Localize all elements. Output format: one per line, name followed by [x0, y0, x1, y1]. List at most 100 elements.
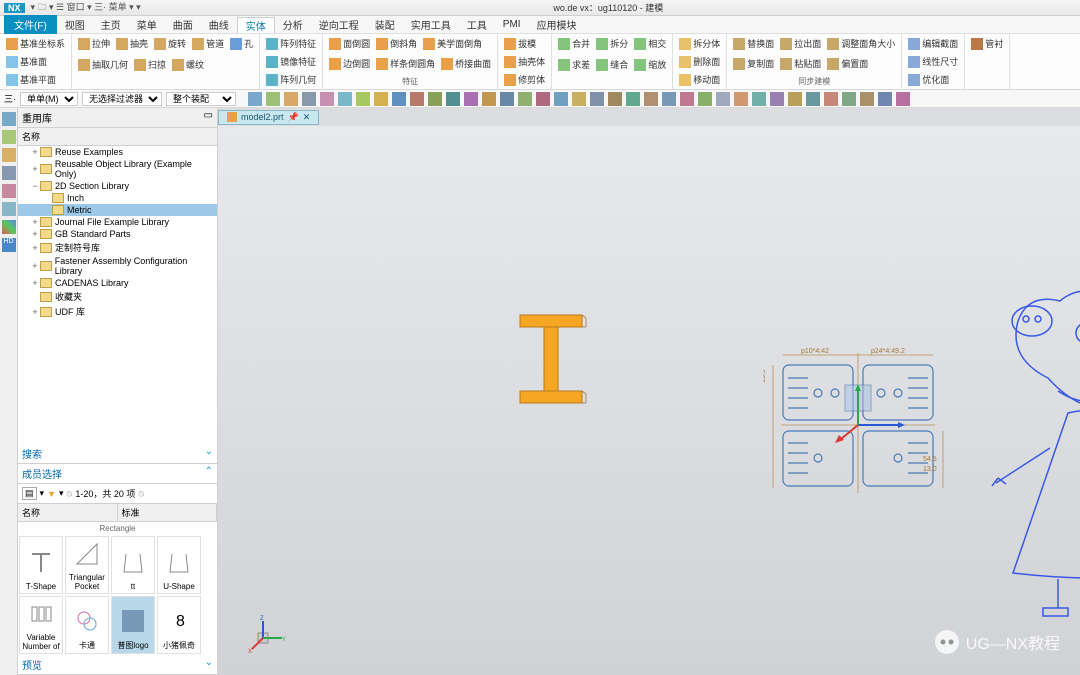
qb-icon[interactable]	[842, 92, 856, 106]
btn-mirror[interactable]: 镜像特征	[264, 54, 318, 69]
qb-icon[interactable]	[716, 92, 730, 106]
btn-delete-face[interactable]: 删除面	[677, 54, 722, 69]
shape-cell[interactable]: U-Shape	[157, 536, 201, 594]
qb-icon[interactable]	[320, 92, 334, 106]
close-tab-icon[interactable]: ✕	[303, 112, 311, 123]
tree-item[interactable]: Metric	[18, 204, 217, 216]
prev-page-icon[interactable]: ⦸	[67, 488, 73, 499]
qb-icon[interactable]	[806, 92, 820, 106]
btn-linear-dim[interactable]: 线性尺寸	[906, 54, 960, 69]
btn-trim-body[interactable]: 修剪体	[502, 72, 547, 87]
tree-item[interactable]: +CADENAS Library	[18, 277, 217, 289]
document-tab[interactable]: model2.prt 📌 ✕	[218, 110, 319, 125]
shape-cell[interactable]: 8小猪佩奇	[157, 596, 201, 654]
btn-draft[interactable]: 拔模	[502, 36, 547, 51]
library-tree[interactable]: +Reuse Examples+Reusable Object Library …	[18, 146, 217, 319]
qb-icon[interactable]	[248, 92, 262, 106]
qb-icon[interactable]	[788, 92, 802, 106]
btn-styled-blend[interactable]: 样条倒圆角	[374, 56, 437, 71]
menu-tools[interactable]: 工具	[459, 17, 495, 32]
qb-icon[interactable]	[410, 92, 424, 106]
qb-icon[interactable]	[626, 92, 640, 106]
qb-icon[interactable]	[824, 92, 838, 106]
btn-paste-face[interactable]: 粘贴面	[778, 56, 823, 71]
btn-intersect[interactable]: 相交	[632, 36, 668, 51]
btn-datum-plane2[interactable]: 基准平面	[4, 72, 67, 87]
shape-cell[interactable]: 卡通	[65, 596, 109, 654]
qb-icon[interactable]	[428, 92, 442, 106]
btn-thread[interactable]: 螺纹	[170, 57, 206, 72]
shape-cell[interactable]: Triangular Pocket	[65, 536, 109, 594]
qb-icon[interactable]	[662, 92, 676, 106]
btn-pattern-geom[interactable]: 阵列几何	[264, 72, 318, 87]
menu-solid[interactable]: 实体	[237, 17, 275, 33]
tree-item[interactable]: +Reuse Examples	[18, 146, 217, 158]
btn-extract[interactable]: 抽取几何	[76, 57, 130, 72]
qb-icon[interactable]	[284, 92, 298, 106]
btn-tube[interactable]: 管道	[190, 36, 226, 51]
menu-reverse[interactable]: 逆向工程	[311, 17, 367, 32]
qb-icon[interactable]	[860, 92, 874, 106]
btn-lining[interactable]: 管衬	[969, 36, 1005, 51]
sel-filter[interactable]: 无选择过滤器	[82, 92, 162, 106]
btn-datum-plane[interactable]: 基准面	[4, 54, 67, 69]
btn-datum-csys[interactable]: 基准坐标系	[4, 36, 67, 51]
view-mode-icon[interactable]: ▤	[22, 487, 37, 500]
qb-icon[interactable]	[518, 92, 532, 106]
btn-hole[interactable]: 孔	[228, 36, 255, 51]
qb-icon[interactable]	[878, 92, 892, 106]
menu-surface[interactable]: 曲面	[165, 17, 201, 32]
btn-unite[interactable]: 合并	[556, 36, 592, 51]
tree-item[interactable]: +Journal File Example Library	[18, 216, 217, 228]
btn-optimize[interactable]: 优化面	[906, 72, 960, 87]
menu-home[interactable]: 主页	[93, 17, 129, 32]
tree-item[interactable]: +UDF 库	[18, 304, 217, 319]
qb-icon[interactable]	[752, 92, 766, 106]
lb-palette-icon[interactable]	[2, 220, 16, 234]
btn-split[interactable]: 拆分	[594, 36, 630, 51]
filter-icon[interactable]: ▼	[47, 489, 56, 499]
pin-icon[interactable]: 📌	[288, 112, 299, 123]
btn-face-blend[interactable]: 面倒圆	[327, 36, 372, 51]
tree-item[interactable]: 收藏夹	[18, 289, 217, 304]
tree-item[interactable]: −2D Section Library	[18, 180, 217, 192]
btn-pattern[interactable]: 阵列特征	[264, 36, 318, 51]
btn-aesthetic[interactable]: 美学面倒角	[421, 36, 484, 51]
qb-icon[interactable]	[554, 92, 568, 106]
file-menu[interactable]: 文件(F)	[4, 15, 57, 34]
btn-sew[interactable]: 缝合	[594, 57, 630, 72]
qb-icon[interactable]	[590, 92, 604, 106]
qb-icon[interactable]	[770, 92, 784, 106]
menu-analysis[interactable]: 分析	[275, 17, 311, 32]
qb-icon[interactable]	[266, 92, 280, 106]
btn-shell-body[interactable]: 抽壳体	[502, 54, 547, 69]
shape-cell[interactable]: Variable Number of	[19, 596, 63, 654]
qb-icon[interactable]	[572, 92, 586, 106]
preview-header[interactable]: 预览⌄	[18, 655, 217, 675]
lb-nav-icon[interactable]	[2, 112, 16, 126]
btn-resize-blend[interactable]: 调整面角大小	[825, 36, 897, 51]
qb-icon[interactable]	[500, 92, 514, 106]
qb-icon[interactable]	[536, 92, 550, 106]
menu-view[interactable]: 视图	[57, 17, 93, 32]
btn-bridge[interactable]: 桥接曲面	[439, 56, 493, 71]
search-header[interactable]: 搜索⌄	[18, 444, 217, 464]
btn-shell[interactable]: 抽壳	[114, 36, 150, 51]
btn-pull-face[interactable]: 拉出面	[778, 36, 823, 51]
shape-cell[interactable]: tt	[111, 536, 155, 594]
qb-icon[interactable]	[734, 92, 748, 106]
menu-app[interactable]: 应用模块	[529, 17, 585, 32]
btn-chamfer[interactable]: 倒斜角	[374, 36, 419, 51]
btn-move-face[interactable]: 移动面	[677, 72, 722, 87]
qb-icon[interactable]	[644, 92, 658, 106]
btn-split-body[interactable]: 拆分体	[677, 36, 722, 51]
shape-cell[interactable]: T-Shape	[19, 536, 63, 594]
qb-icon[interactable]	[392, 92, 406, 106]
btn-extrude[interactable]: 拉伸	[76, 36, 112, 51]
tree-item[interactable]: +Reusable Object Library (Example Only)	[18, 158, 217, 180]
menu-curve[interactable]: 曲线	[201, 17, 237, 32]
menu-assembly[interactable]: 装配	[367, 17, 403, 32]
member-header[interactable]: 成员选择⌃	[18, 464, 217, 484]
view-triad[interactable]: Z Y X	[248, 615, 288, 655]
shape-cell[interactable]: 普图logo	[111, 596, 155, 654]
